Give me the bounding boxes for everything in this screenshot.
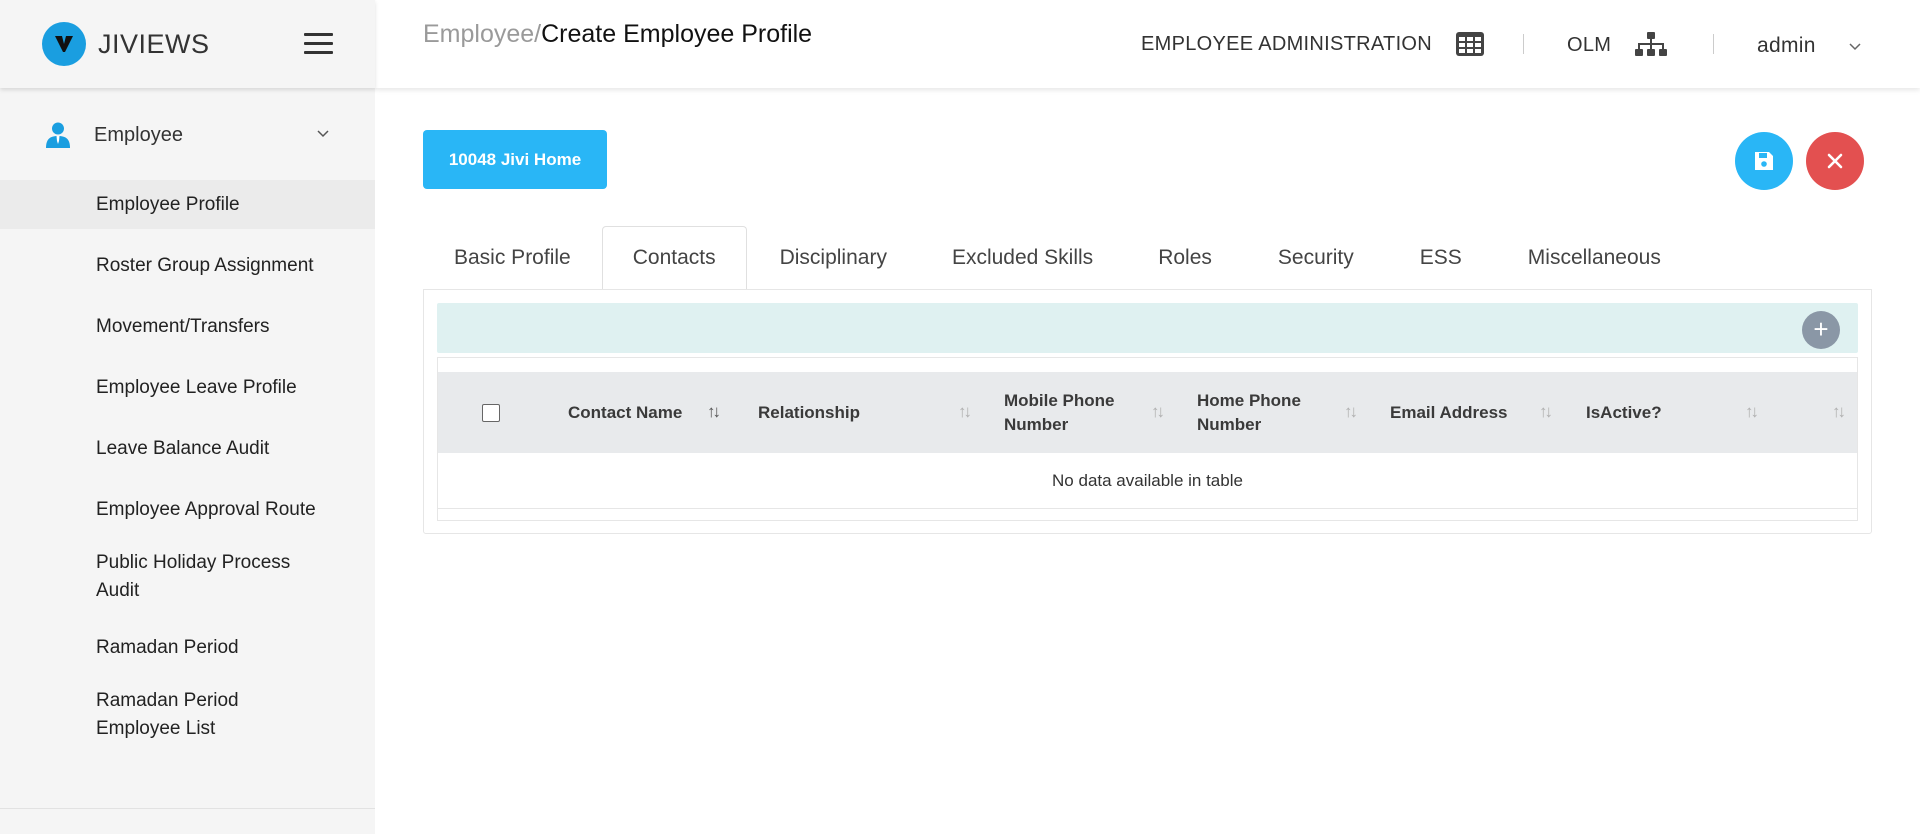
select-all-header bbox=[438, 372, 553, 453]
sort-icon: ↑↓ bbox=[1344, 402, 1358, 421]
sidebar-item-roster-group-assignment[interactable]: Roster Group Assignment bbox=[0, 241, 375, 290]
select-all-checkbox[interactable] bbox=[481, 403, 500, 422]
close-icon bbox=[1827, 153, 1843, 169]
column-label: Contact Name bbox=[568, 402, 683, 422]
app-logo[interactable] bbox=[42, 22, 86, 66]
column-email[interactable]: Email Address ↑↓ bbox=[1375, 372, 1571, 453]
column-actions[interactable]: ↑↓ bbox=[1776, 372, 1857, 453]
user-label: admin bbox=[1757, 34, 1816, 57]
org-switcher[interactable]: OLM bbox=[1567, 32, 1668, 58]
close-button[interactable] bbox=[1806, 132, 1864, 190]
chevron-down-icon bbox=[1849, 43, 1861, 51]
tab-ess[interactable]: ESS bbox=[1387, 226, 1495, 290]
sidebar-item-movement-transfers[interactable]: Movement/Transfers bbox=[0, 302, 375, 351]
plus-icon: + bbox=[1813, 313, 1829, 344]
page-title: Create Employee Profile bbox=[541, 20, 813, 48]
tab-roles[interactable]: Roles bbox=[1125, 226, 1245, 290]
brand-bar: JIVIEWS bbox=[0, 0, 375, 88]
column-home-phone[interactable]: Home Phone Number ↑↓ bbox=[1182, 372, 1375, 453]
sidebar-group-label: Employee bbox=[94, 123, 183, 146]
menu-icon[interactable] bbox=[304, 33, 333, 55]
chevron-down-icon[interactable] bbox=[316, 128, 330, 138]
sidebar-item-ramadan-period-employee-list[interactable]: Ramadan Period Employee List bbox=[0, 684, 375, 751]
breadcrumb: Employee/Create Employee Profile bbox=[423, 20, 812, 49]
user-menu[interactable]: admin bbox=[1757, 34, 1862, 58]
sidebar-group-employee[interactable]: Employee bbox=[0, 100, 375, 170]
contacts-table: Contact Name ↑↓ Relationship ↑↓ Mobile P… bbox=[437, 357, 1858, 521]
sidebar: JIVIEWS Employee Employee Profile Roster… bbox=[0, 0, 375, 834]
column-isactive[interactable]: IsActive? ↑↓ bbox=[1571, 372, 1776, 453]
sort-icon: ↑↓ bbox=[707, 402, 721, 421]
sort-icon: ↑↓ bbox=[958, 402, 972, 421]
org-label: OLM bbox=[1567, 33, 1612, 56]
save-button[interactable] bbox=[1735, 132, 1793, 190]
tab-contacts[interactable]: Contacts bbox=[601, 226, 747, 290]
employee-home-button[interactable]: 10048 Jivi Home bbox=[423, 130, 607, 189]
module-label: EMPLOYEE ADMINISTRATION bbox=[1141, 32, 1433, 55]
column-label: Email Address bbox=[1390, 402, 1508, 422]
breadcrumb-parent[interactable]: Employee/ bbox=[423, 20, 541, 48]
table-header: Contact Name ↑↓ Relationship ↑↓ Mobile P… bbox=[438, 372, 1857, 453]
header-separator bbox=[1523, 34, 1524, 54]
tab-security[interactable]: Security bbox=[1245, 226, 1387, 290]
tab-basic-profile[interactable]: Basic Profile bbox=[423, 226, 602, 290]
column-label: IsActive? bbox=[1586, 402, 1662, 422]
contacts-panel: + Contact Name ↑↓ Relationship ↑↓ Mobile… bbox=[423, 289, 1872, 534]
column-relationship[interactable]: Relationship ↑↓ bbox=[743, 372, 989, 453]
column-label: Mobile Phone Number bbox=[1004, 390, 1115, 434]
table-toolbar: + bbox=[437, 303, 1858, 353]
grid-icon bbox=[1456, 32, 1485, 56]
person-icon bbox=[46, 122, 70, 148]
sort-icon: ↑↓ bbox=[1151, 402, 1165, 421]
sidebar-item-employee-leave-profile[interactable]: Employee Leave Profile bbox=[0, 363, 375, 412]
column-label: Relationship bbox=[758, 402, 861, 422]
org-chart-icon bbox=[1635, 32, 1668, 56]
sidebar-item-employee-approval-route[interactable]: Employee Approval Route bbox=[0, 485, 375, 534]
module-switcher[interactable]: EMPLOYEE ADMINISTRATION bbox=[1141, 32, 1485, 56]
tab-miscellaneous[interactable]: Miscellaneous bbox=[1495, 226, 1694, 290]
sidebar-item-employee-profile[interactable]: Employee Profile bbox=[0, 180, 375, 229]
sidebar-item-ramadan-period[interactable]: Ramadan Period bbox=[0, 623, 375, 672]
sidebar-item-public-holiday-process-audit[interactable]: Public Holiday Process Audit bbox=[0, 546, 375, 613]
top-header: Employee/Create Employee Profile EMPLOYE… bbox=[375, 0, 1920, 88]
sort-icon: ↑↓ bbox=[1832, 402, 1846, 421]
logo-v-icon bbox=[55, 36, 73, 52]
empty-table-message: No data available in table bbox=[438, 453, 1857, 509]
column-mobile-phone[interactable]: Mobile Phone Number ↑↓ bbox=[989, 372, 1182, 453]
save-icon bbox=[1755, 152, 1773, 170]
tab-disciplinary[interactable]: Disciplinary bbox=[747, 226, 919, 290]
header-separator bbox=[1713, 34, 1714, 54]
add-contact-button[interactable]: + bbox=[1802, 311, 1840, 349]
sort-icon: ↑↓ bbox=[1539, 402, 1553, 421]
profile-tabs: Basic Profile Contacts Disciplinary Excl… bbox=[423, 226, 1694, 290]
sort-icon: ↑↓ bbox=[1745, 402, 1759, 421]
column-contact-name[interactable]: Contact Name ↑↓ bbox=[553, 372, 738, 453]
tab-excluded-skills[interactable]: Excluded Skills bbox=[919, 226, 1125, 290]
app-name: JIVIEWS bbox=[98, 28, 210, 59]
sidebar-item-leave-balance-audit[interactable]: Leave Balance Audit bbox=[0, 424, 375, 473]
sidebar-divider bbox=[0, 808, 375, 809]
column-label: Home Phone Number bbox=[1197, 390, 1301, 434]
sidebar-menu: Employee Profile Roster Group Assignment… bbox=[0, 180, 375, 751]
